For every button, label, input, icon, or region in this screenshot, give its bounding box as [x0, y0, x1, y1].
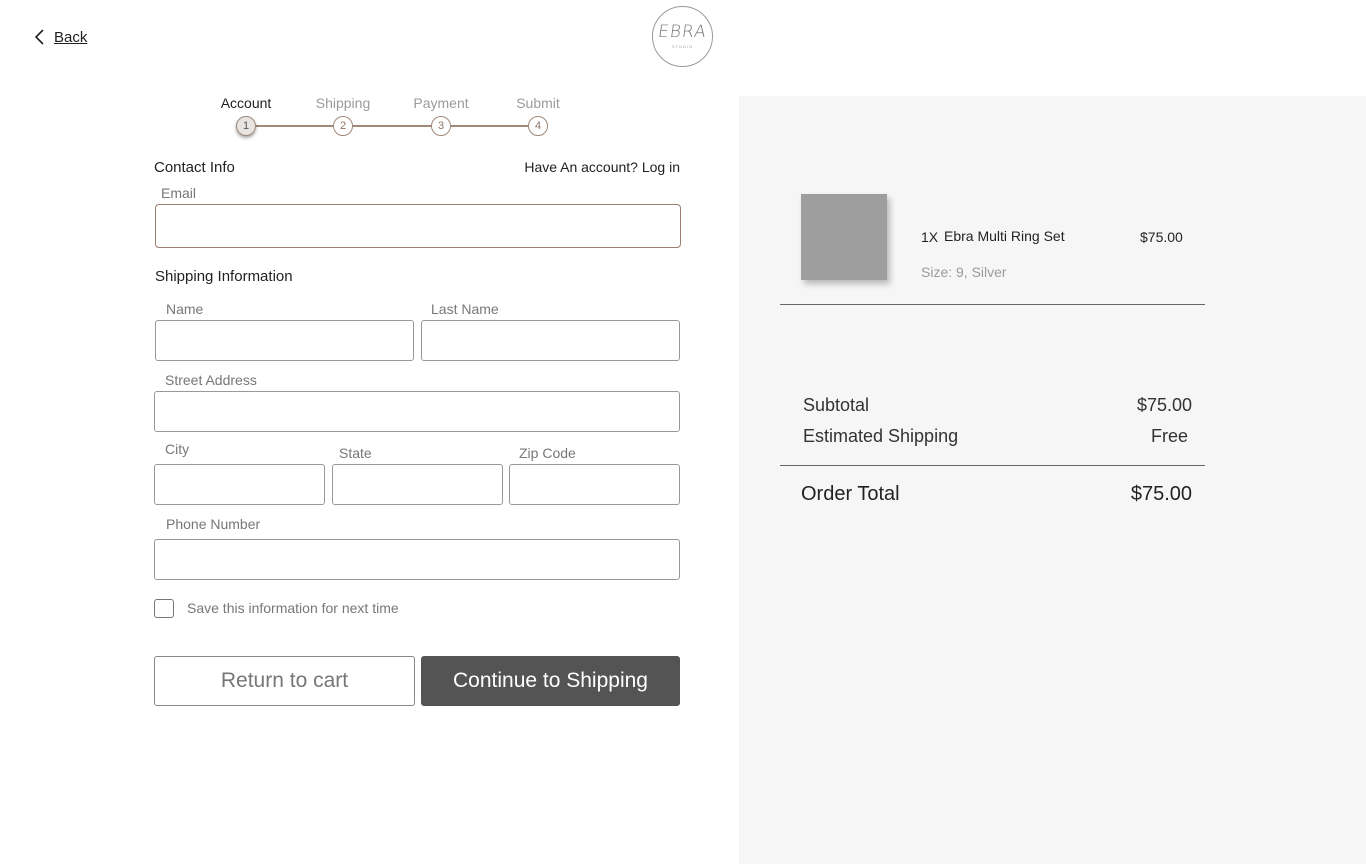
street-address-field[interactable] [154, 391, 680, 432]
contact-info-title: Contact Info [154, 159, 235, 176]
email-label: Email [161, 185, 197, 201]
back-label: Back [54, 28, 88, 46]
product-thumbnail [801, 194, 887, 280]
step-number: 2 [333, 116, 353, 136]
step-label: Submit [516, 95, 560, 111]
back-link[interactable]: Back [32, 28, 87, 46]
step-number: 3 [431, 116, 451, 136]
save-info-label: Save this information for next time [187, 600, 399, 616]
save-info-checkbox[interactable] [154, 599, 174, 618]
total-divider [780, 465, 1205, 466]
step-account[interactable]: Account 1 [206, 94, 286, 136]
item-quantity: 1X [921, 229, 939, 245]
stepper-line [256, 125, 548, 127]
name-label: Name [166, 301, 204, 317]
brand-logo[interactable]: EBRA STUDIO [652, 6, 713, 67]
email-field[interactable] [155, 204, 681, 248]
item-price: $75.00 [1140, 229, 1183, 245]
state-field[interactable] [332, 464, 503, 505]
first-name-field[interactable] [155, 320, 414, 361]
estimated-shipping-label: Estimated Shipping [803, 426, 959, 446]
order-total-label: Order Total [801, 483, 900, 505]
step-number: 4 [528, 116, 548, 136]
step-number: 1 [236, 116, 256, 136]
item-name: Ebra Multi Ring Set [944, 228, 1065, 244]
item-variant: Size: 9, Silver [921, 264, 1007, 280]
city-field[interactable] [154, 464, 325, 505]
shipping-info-title: Shipping Information [155, 268, 293, 285]
step-submit[interactable]: Submit 4 [498, 94, 578, 136]
continue-to-shipping-button[interactable]: Continue to Shipping [421, 656, 680, 706]
logo-subtext: STUDIO [671, 44, 694, 49]
city-label: City [165, 441, 190, 457]
state-label: State [339, 445, 372, 461]
street-address-label: Street Address [165, 372, 257, 388]
phone-number-field[interactable] [154, 539, 680, 580]
logo-text: EBRA [656, 22, 709, 42]
zip-code-label: Zip Code [519, 445, 576, 461]
login-link[interactable]: Have An account? Log in [524, 159, 680, 175]
subtotal-label: Subtotal [803, 395, 870, 415]
last-name-field[interactable] [421, 320, 680, 361]
step-shipping[interactable]: Shipping 2 [303, 94, 383, 136]
checkout-stepper: Account 1 Shipping 2 Payment 3 Submit 4 [206, 94, 586, 138]
last-name-label: Last Name [431, 301, 499, 317]
zip-code-field[interactable] [509, 464, 680, 505]
subtotal-value: $75.00 [1136, 395, 1192, 415]
step-label: Payment [413, 95, 469, 111]
phone-number-label: Phone Number [166, 516, 261, 532]
step-label: Account [220, 95, 272, 111]
return-to-cart-button[interactable]: Return to cart [154, 656, 415, 706]
order-total-value: $75.00 [1130, 483, 1192, 505]
item-divider [780, 304, 1205, 305]
estimated-shipping-value: Free [1150, 426, 1188, 446]
chevron-left-icon [34, 29, 44, 45]
step-label: Shipping [315, 95, 371, 111]
step-payment[interactable]: Payment 3 [401, 94, 481, 136]
